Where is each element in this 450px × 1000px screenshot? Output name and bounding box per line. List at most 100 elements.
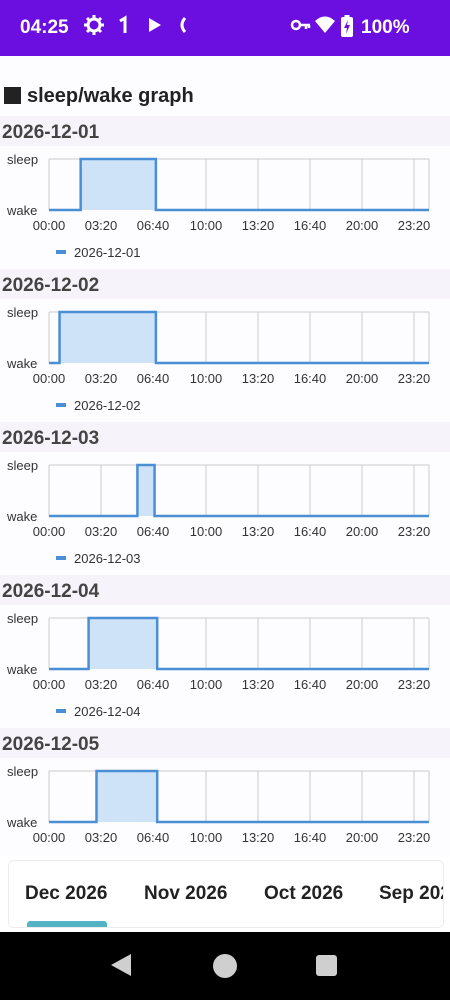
sleep-wake-chart: wake sleep 00:00 03:20 06:40 10:00 13:20 16:40 2… (6, 458, 430, 539)
x-tick-label: 03:20 (85, 218, 118, 233)
x-tick-label: 06:40 (137, 524, 170, 539)
y-axis-label: sleep (7, 305, 38, 320)
x-tick-label: 10:00 (190, 830, 223, 845)
x-tick-label: 00:00 (33, 371, 66, 386)
day-section: 2026-12-02 wake sleep 00:00 03:20 06:40 10:00 1… (0, 269, 450, 422)
x-tick-label: 13:20 (242, 830, 275, 845)
x-tick-label: 03:20 (85, 830, 118, 845)
legend-label: 2026-12-01 (74, 245, 141, 260)
y-axis-label: sleep (7, 764, 38, 779)
sleep-wake-chart: wake sleep 00:00 03:20 06:40 10:00 13:20 16:40 2… (6, 152, 431, 233)
x-tick-label: 00:00 (33, 218, 66, 233)
x-tick-label: 10:00 (190, 218, 223, 233)
recents-icon[interactable] (316, 955, 337, 976)
x-tick-label: 16:40 (294, 677, 327, 692)
partial-icon (178, 15, 187, 40)
legend-swatch (56, 403, 66, 407)
sleep-area (137, 465, 155, 516)
y-axis-label: sleep (7, 152, 38, 167)
legend-label: 2026-12-03 (74, 551, 141, 566)
day-section: 2026-12-04 wake sleep 00:00 03:20 06:40 10:00 1… (0, 575, 450, 728)
sleep-area (59, 312, 156, 363)
legend-swatch (56, 709, 66, 713)
x-tick-label: 06:40 (137, 677, 170, 692)
x-tick-label: 00:00 (33, 830, 66, 845)
back-icon[interactable] (111, 954, 131, 976)
x-tick-label: 13:20 (242, 218, 275, 233)
sleep-wake-chart: wake sleep 00:00 03:20 06:40 10:00 13:20 16:40 2… (6, 764, 431, 845)
x-tick-label: 10:00 (190, 524, 223, 539)
sleep-area (80, 159, 156, 210)
x-tick-label: 20:00 (346, 830, 379, 845)
battery-percentage: 100% (361, 17, 410, 38)
y-axis-label: wake (6, 509, 37, 524)
y-axis-label: sleep (7, 611, 38, 626)
x-tick-label: 06:40 (137, 218, 170, 233)
day-section: 2026-12-05 wake sleep 00:00 03:20 06:40 10:00 1… (0, 728, 450, 856)
gear-icon (84, 15, 104, 40)
scroll-content[interactable]: sleep/wake graph 2026-12-01 wake sleep 00:0… (0, 56, 450, 856)
x-tick-label: 03:20 (85, 524, 118, 539)
chart-legend: 2026-12-02 (56, 398, 141, 413)
status-time: 04:25 (20, 17, 69, 38)
chart-legend: 2026-12-03 (56, 551, 141, 566)
x-tick-label: 00:00 (33, 677, 66, 692)
day-title: 2026-12-01 (2, 122, 100, 143)
chart-legend: 2026-12-01 (56, 245, 141, 260)
key-icon (290, 15, 312, 40)
square-icon (4, 87, 21, 104)
wifi-icon (314, 15, 336, 40)
day-section: 2026-12-03 wake sleep 00:00 03:20 06:40 10:00 1… (0, 422, 450, 575)
tab-nov-2026[interactable]: Nov 2026 (144, 883, 227, 905)
x-tick-label: 16:40 (294, 371, 327, 386)
navigation-bar (0, 932, 450, 1000)
x-tick-label: 06:40 (137, 830, 170, 845)
legend-swatch (56, 250, 66, 254)
x-tick-label: 20:00 (346, 524, 379, 539)
y-axis-label: wake (6, 356, 37, 371)
x-tick-label: 06:40 (137, 371, 170, 386)
sleep-area (96, 771, 158, 822)
y-axis-label: sleep (7, 458, 38, 473)
x-tick-label: 20:00 (346, 371, 379, 386)
x-tick-label: 20:00 (346, 677, 379, 692)
day-title: 2026-12-03 (2, 428, 100, 449)
legend-swatch (56, 556, 66, 560)
y-axis-label: wake (6, 662, 37, 677)
battery-charging-icon (341, 15, 353, 42)
day-title: 2026-12-05 (2, 734, 100, 755)
x-tick-label: 13:20 (242, 371, 275, 386)
tab-dec-2026[interactable]: Dec 2026 (25, 883, 107, 905)
x-tick-label: 23:20 (398, 830, 431, 845)
legend-label: 2026-12-04 (74, 704, 141, 719)
x-tick-label: 16:40 (294, 524, 327, 539)
month-tab-bar[interactable]: Dec 2026 Nov 2026 Oct 2026 Sep 2026 (8, 860, 444, 928)
x-tick-label: 00:00 (33, 524, 66, 539)
tab-oct-2026[interactable]: Oct 2026 (264, 883, 343, 905)
y-axis-label: wake (6, 203, 37, 218)
x-tick-label: 23:20 (398, 218, 431, 233)
y-axis-label: wake (6, 815, 37, 830)
selected-tab-indicator (27, 921, 107, 927)
chart-legend: 2026-12-04 (56, 704, 141, 719)
x-tick-label: 16:40 (294, 218, 327, 233)
legend-label: 2026-12-02 (74, 398, 141, 413)
x-tick-label: 03:20 (85, 677, 118, 692)
page-title: sleep/wake graph (4, 85, 194, 108)
x-tick-label: 03:20 (85, 371, 118, 386)
day-title: 2026-12-04 (2, 581, 100, 602)
sleep-wake-chart: wake sleep 00:00 03:20 06:40 10:00 13:20 16:40 2… (6, 611, 430, 692)
x-tick-label: 20:00 (346, 218, 379, 233)
home-icon[interactable] (213, 954, 237, 978)
day-section: 2026-12-01 wake sleep 00:00 03:20 06:40 10:00 1… (0, 116, 450, 269)
series-line (49, 463, 429, 518)
x-tick-label: 13:20 (242, 677, 275, 692)
sleep-area (88, 618, 158, 669)
sleep-wake-chart: wake sleep 00:00 03:20 06:40 10:00 13:20 16:40 2… (6, 305, 431, 386)
tab-sep-2026[interactable]: Sep 2026 (379, 883, 443, 905)
x-tick-label: 23:20 (398, 371, 431, 386)
x-tick-label: 10:00 (190, 371, 223, 386)
play-icon (148, 15, 162, 40)
day-title: 2026-12-02 (2, 275, 100, 296)
x-tick-label: 13:20 (242, 524, 275, 539)
